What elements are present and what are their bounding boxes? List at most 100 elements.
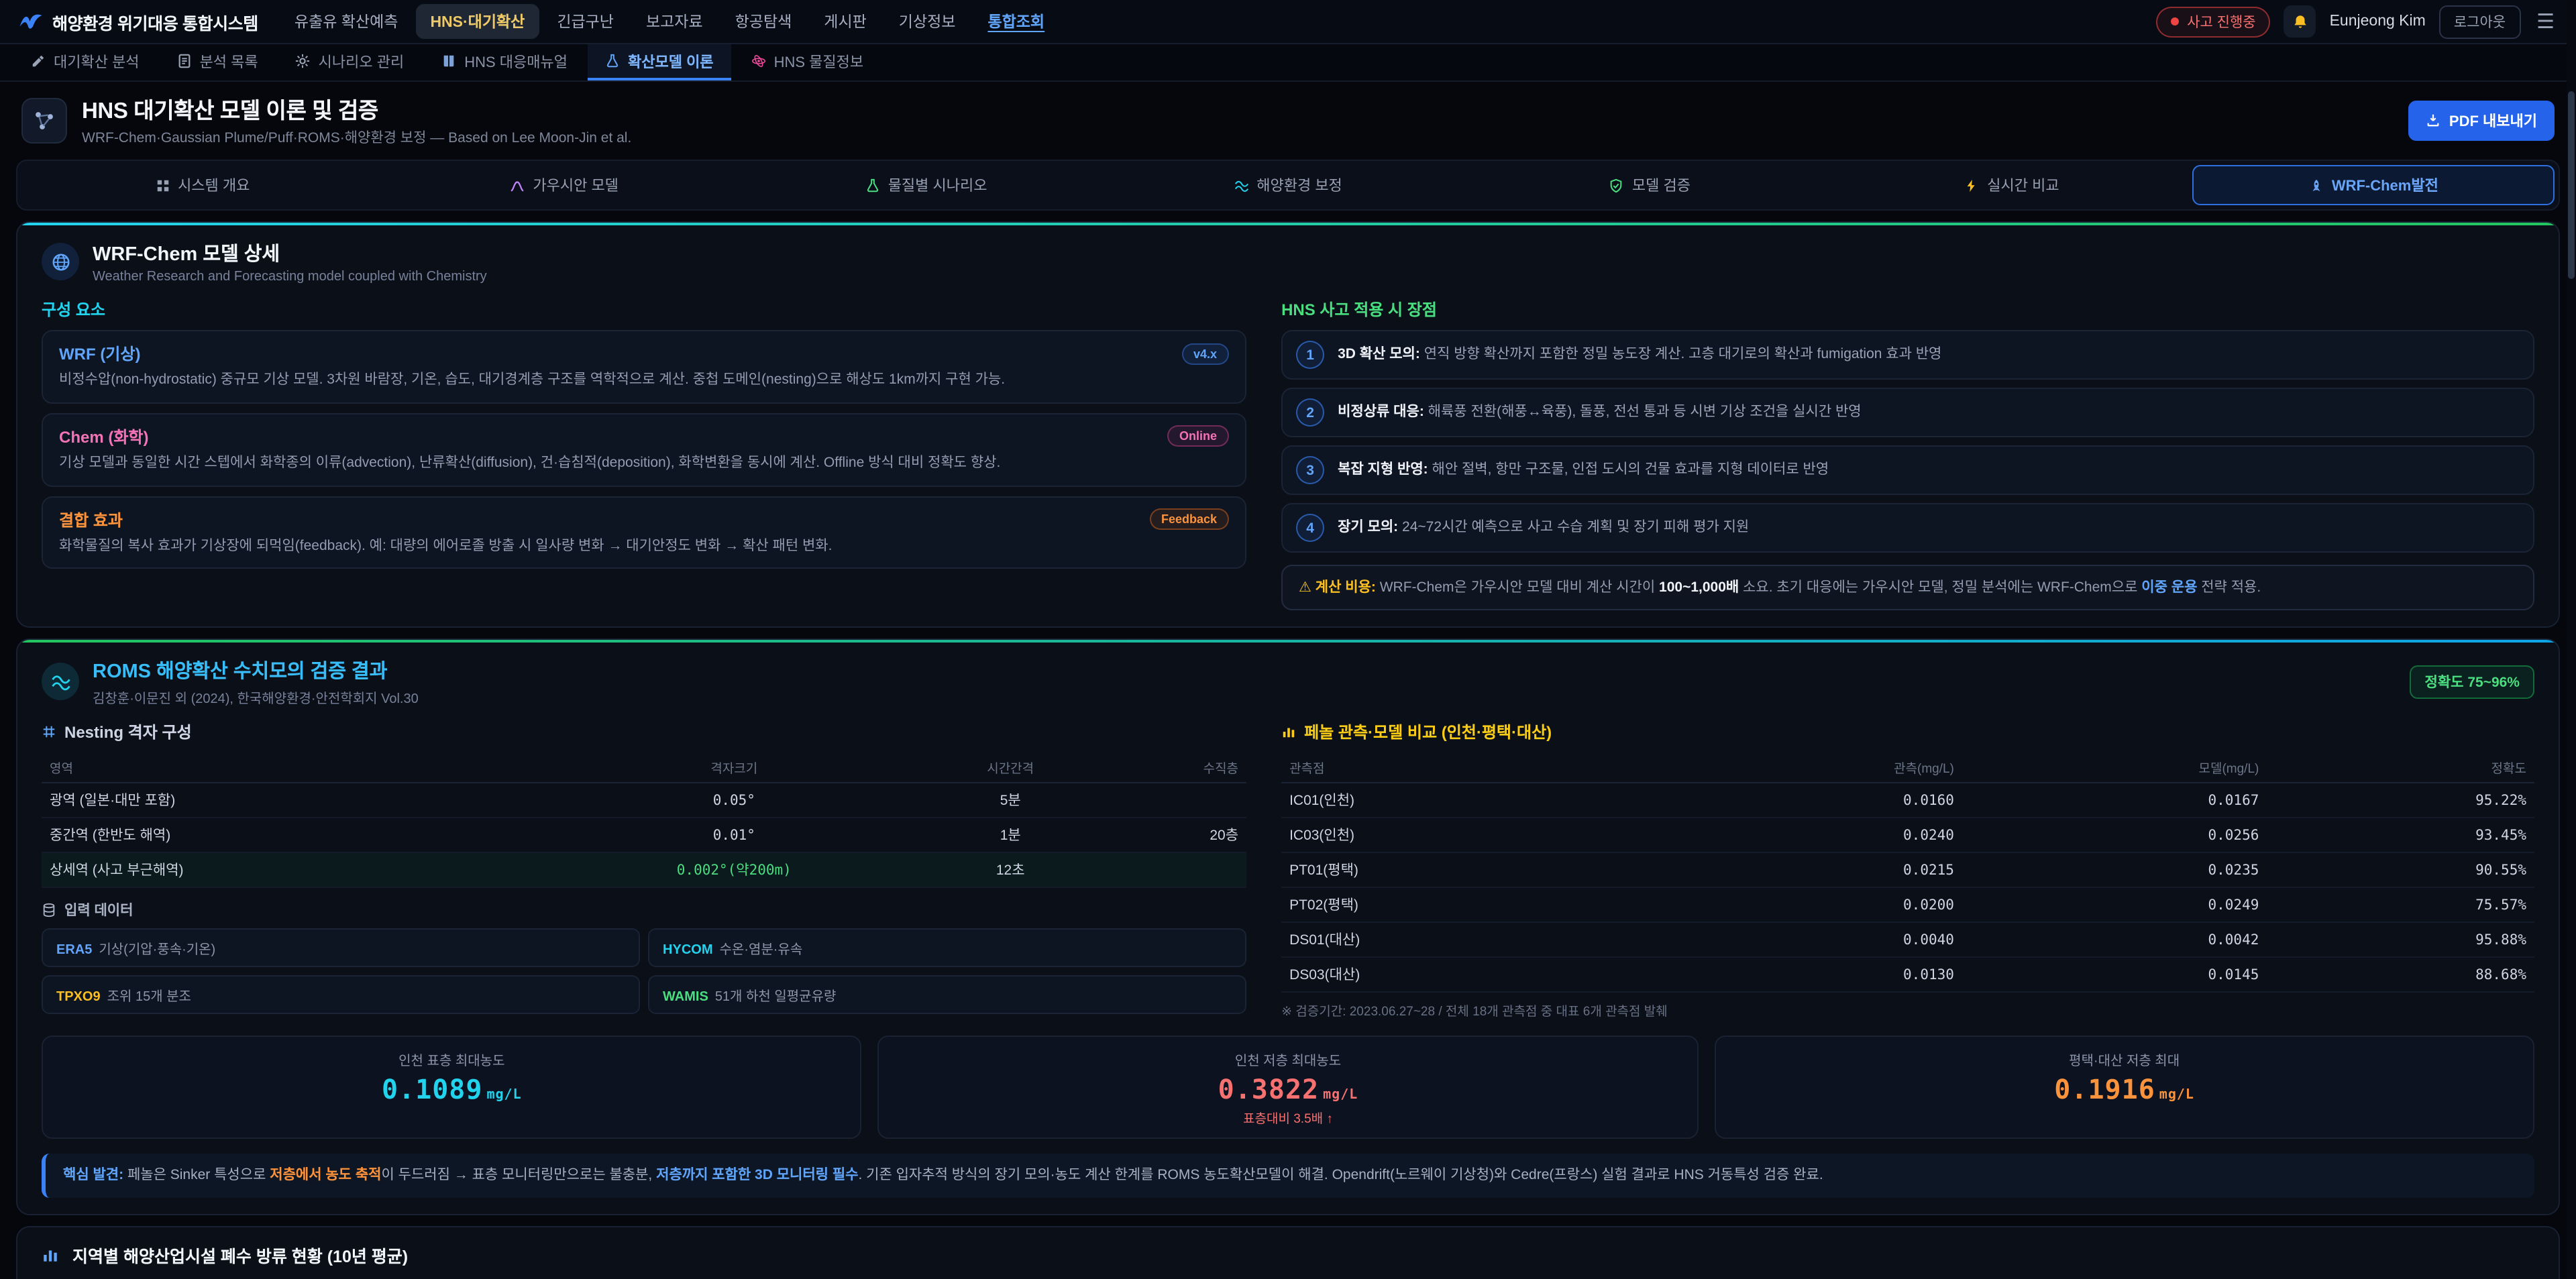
inputs-heading: 입력 데이터 xyxy=(64,901,133,921)
cell-timestep: 1분 xyxy=(920,818,1100,853)
cell-grid: 0.05° xyxy=(547,783,920,818)
grid-icon xyxy=(42,725,56,740)
component-name: WRF (기상) xyxy=(59,342,140,365)
cell-station: DS03(대산) xyxy=(1281,958,1657,993)
component-desc: 기상 모델과 동일한 시간 스텝에서 화학종의 이류(advection), 난… xyxy=(59,453,1229,475)
section-subtitle: 김창훈·이문진 외 (2024), 한국해양환경·안전학회지 Vol.30 xyxy=(93,687,419,708)
nav-item-rescue[interactable]: 긴급구난 xyxy=(542,4,629,39)
nesting-column: Nesting 격자 구성 영역 격자크기 시간간격 수직층 xyxy=(42,721,1246,1020)
cell-accuracy: 75.57% xyxy=(2267,888,2534,923)
column-header: 시간간격 xyxy=(920,753,1100,783)
subnav-item-model-theory[interactable]: 확산모델 이론 xyxy=(588,44,731,80)
gear-icon xyxy=(296,54,311,68)
page-header: HNS 대기확산 모델 이론 및 검증 WRF-Chem·Gaussian Pl… xyxy=(0,82,2576,157)
cell-area: 상세역 (사고 부근해역) xyxy=(42,853,547,888)
number-badge: 4 xyxy=(1296,514,1324,542)
cell-observed: 0.0040 xyxy=(1657,923,1962,958)
section-title: 지역별 해양산업시설 폐수 방류 현황 (10년 평균) xyxy=(72,1242,408,1268)
section-subtitle: Weather Research and Forecasting model c… xyxy=(93,270,487,284)
table-row: DS03(대산) 0.0130 0.0145 88.68% xyxy=(1281,958,2534,993)
pencil-icon xyxy=(31,54,46,68)
pdf-export-button[interactable]: PDF 내보내기 xyxy=(2409,100,2555,140)
brand[interactable]: 해양환경 위기대응 통합시스템 xyxy=(19,9,258,34)
top-navbar: 해양환경 위기대응 통합시스템 유출유 확산예측 HNS·대기확산 긴급구난 보… xyxy=(0,0,2576,44)
nav-item-weather[interactable]: 기상정보 xyxy=(884,4,971,39)
computation-cost-note: ⚠ 계산 비용: WRF-Chem은 가우시안 모델 대비 계산 시간이 100… xyxy=(1281,565,2534,611)
table-row: IC03(인천) 0.0240 0.0256 93.45% xyxy=(1281,818,2534,853)
tab-system-overview[interactable]: 시스템 개요 xyxy=(21,165,383,205)
column-header: 수직층 xyxy=(1100,753,1246,783)
accuracy-badge: 정확도 75~96% xyxy=(2410,665,2534,699)
version-badge: v4.x xyxy=(1181,343,1229,364)
subnav-label: HNS 물질정보 xyxy=(774,50,864,72)
main-menu: 유출유 확산예측 HNS·대기확산 긴급구난 보고자료 항공탐색 게시판 기상정… xyxy=(280,4,2135,39)
cell-model: 0.0235 xyxy=(1962,853,2267,888)
subnav-item-atmos-analysis[interactable]: 대기확산 분석 xyxy=(13,44,157,80)
logout-button[interactable]: 로그아웃 xyxy=(2439,5,2520,38)
nav-item-hns-atmos[interactable]: HNS·대기확산 xyxy=(415,4,539,39)
user-name: Eunjeong Kim xyxy=(2330,13,2426,30)
incident-label: 사고 진행중 xyxy=(2187,11,2255,32)
cell-grid: 0.002°(약200m) xyxy=(547,853,920,888)
wave-icon xyxy=(1234,178,1248,192)
tab-gaussian-model[interactable]: 가우시안 모델 xyxy=(383,165,745,205)
cell-timestep: 12초 xyxy=(920,853,1100,888)
cell-station: DS01(대산) xyxy=(1281,923,1657,958)
notification-bell-button[interactable] xyxy=(2284,5,2316,38)
table-row-highlighted: 상세역 (사고 부근해역) 0.002°(약200m) 12초 xyxy=(42,853,1246,888)
advantage-item: 1 3D 확산 모의: 연직 방향 확산까지 포함한 정밀 농도장 계산. 고층… xyxy=(1281,330,2534,380)
cell-layers xyxy=(1100,853,1246,888)
column-header: 정확도 xyxy=(2267,753,2534,783)
nav-item-oil-spill[interactable]: 유출유 확산예측 xyxy=(280,4,413,39)
validation-period-note: ※ 검증기간: 2023.06.27~28 / 전체 18개 관측점 중 대표 … xyxy=(1281,1001,2534,1020)
number-badge: 2 xyxy=(1296,398,1324,427)
component-card-chem: Chem (화학) Online 기상 모델과 동일한 시간 스텝에서 화학종의… xyxy=(42,413,1246,487)
cell-station: PT01(평택) xyxy=(1281,853,1657,888)
cell-layers xyxy=(1100,783,1246,818)
book-icon xyxy=(441,54,456,68)
page-scrollbar[interactable] xyxy=(2567,0,2576,1279)
ocean-wave-icon xyxy=(42,663,79,701)
warning-icon: ⚠ xyxy=(1299,579,1311,596)
curve-icon xyxy=(510,178,525,192)
phenol-heading: 페놀 관측·모델 비교 (인천·평택·대산) xyxy=(1304,721,1552,744)
table-row: PT02(평택) 0.0200 0.0249 75.57% xyxy=(1281,888,2534,923)
input-chip-era5: ERA5기상(기압·풍속·기온) xyxy=(42,929,640,968)
stat-label: 인천 저층 최대농도 xyxy=(893,1050,1684,1070)
incident-status-badge[interactable]: 사고 진행중 xyxy=(2156,6,2270,37)
stat-incheon-bottom: 인천 저층 최대농도 0.3822mg/L 표층대비 3.5배 ↑ xyxy=(878,1036,1699,1139)
tab-substance-scenario[interactable]: 물질별 시나리오 xyxy=(745,165,1107,205)
nav-item-integrated-search[interactable]: 통합조회 xyxy=(973,4,1059,39)
cell-model: 0.0167 xyxy=(1962,783,2267,818)
subnav-item-analysis-list[interactable]: 분석 목록 xyxy=(160,44,276,80)
input-chip-tpxo9: TPXO9조위 15개 분조 xyxy=(42,976,640,1015)
status-dot-icon xyxy=(2171,17,2179,25)
tab-model-validation[interactable]: 모델 검증 xyxy=(1469,165,1831,205)
subnav-item-hns-manual[interactable]: HNS 대응매뉴얼 xyxy=(424,44,585,80)
tab-marine-correction[interactable]: 해양환경 보정 xyxy=(1107,165,1468,205)
page-title: HNS 대기확산 모델 이론 및 검증 xyxy=(82,93,631,125)
flask-icon xyxy=(865,178,880,192)
tab-wrfchem-advance[interactable]: WRF-Chem발전 xyxy=(2193,165,2555,205)
phenol-compare-column: 페놀 관측·모델 비교 (인천·평택·대산) 관측점 관측(mg/L) 모델(m… xyxy=(1281,721,2534,1020)
hamburger-menu-icon[interactable]: ☰ xyxy=(2534,9,2557,34)
subnav-item-hns-substance[interactable]: HNS 물질정보 xyxy=(734,44,881,80)
nesting-table: 영역 격자크기 시간간격 수직층 광역 (일본·대만 포함) 0.05° 5분 xyxy=(42,753,1246,889)
cell-accuracy: 88.68% xyxy=(2267,958,2534,993)
subnav-label: 분석 목록 xyxy=(200,50,258,72)
nav-item-board[interactable]: 게시판 xyxy=(809,4,881,39)
subnav-item-scenario-manage[interactable]: 시나리오 관리 xyxy=(278,44,422,80)
page-title-block: HNS 대기확산 모델 이론 및 검증 WRF-Chem·Gaussian Pl… xyxy=(82,93,631,148)
nav-item-reports[interactable]: 보고자료 xyxy=(631,4,718,39)
tab-label: 시스템 개요 xyxy=(178,174,250,196)
cell-model: 0.0256 xyxy=(1962,818,2267,853)
cell-station: IC01(인천) xyxy=(1281,783,1657,818)
globe-icon xyxy=(42,243,79,280)
scrollbar-thumb[interactable] xyxy=(2568,91,2575,279)
tab-realtime-compare[interactable]: 실시간 비교 xyxy=(1831,165,2192,205)
nav-item-aerial-search[interactable]: 항공탐색 xyxy=(720,4,807,39)
cell-observed: 0.0130 xyxy=(1657,958,1962,993)
discharge-section: 지역별 해양산업시설 폐수 방류 현황 (10년 평균) 울산 414,620 … xyxy=(16,1226,2560,1279)
component-card-wrf: WRF (기상) v4.x 비정수압(non-hydrostatic) 중규모 … xyxy=(42,330,1246,404)
column-header: 영역 xyxy=(42,753,547,783)
